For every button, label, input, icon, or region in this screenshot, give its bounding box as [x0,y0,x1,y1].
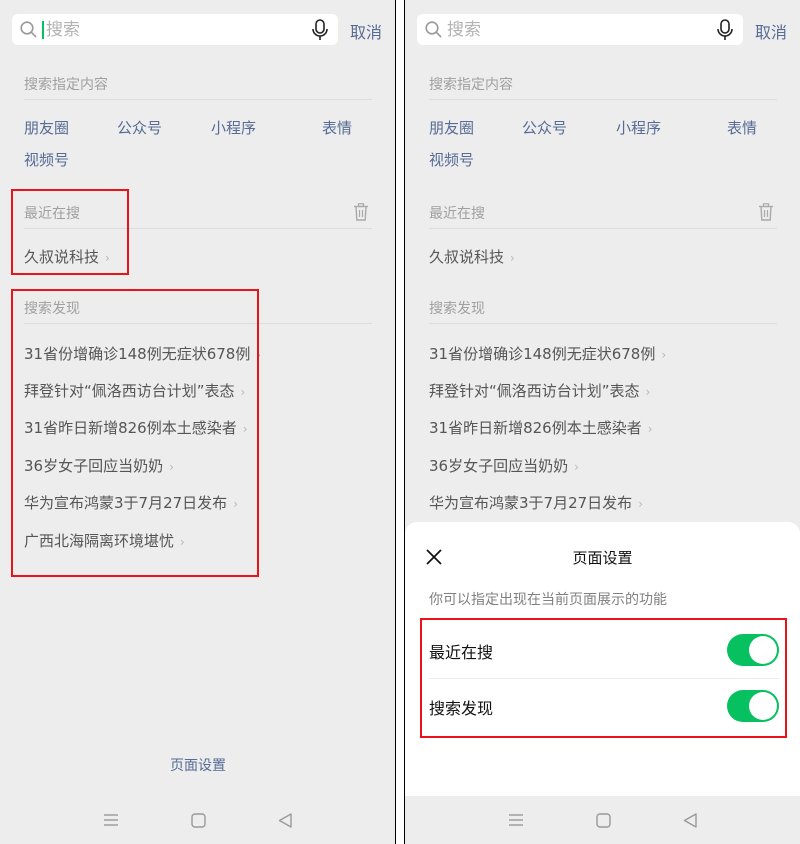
discover-item[interactable]: 华为宣布鸿蒙3于7月27日发布 › [429,492,643,513]
category-moments[interactable]: 朋友圈 [24,117,69,138]
discover-item[interactable]: 31省份增确诊148例无症状678例 › [429,343,666,364]
home-square-icon[interactable] [596,812,611,828]
category-stickers[interactable]: 表情 [322,117,352,138]
divider [429,228,777,229]
search-icon [20,21,37,38]
chevron-right-icon: › [233,497,238,511]
discover-item-label: 拜登针对“佩洛西访台计划”表态 [429,382,640,400]
right-screen: 取消 搜索指定内容 朋友圈 公众号 小程序 表情 视频号 最近在搜 久叔说科技 ›… [405,0,800,844]
toggle-knob [749,636,777,664]
divider [24,99,372,100]
discover-item[interactable]: 拜登针对“佩洛西访台计划”表态 › [24,380,245,401]
setting-row-discover: 搜索发现 [429,678,779,734]
category-official-accounts[interactable]: 公众号 [522,117,567,138]
search-input[interactable] [447,17,707,42]
chevron-right-icon: › [105,251,110,265]
search-bar[interactable] [417,14,743,45]
category-mini-programs[interactable]: 小程序 [211,117,256,138]
recent-toggle[interactable] [727,634,779,666]
setting-row-recent: 最近在搜 [429,622,779,678]
cancel-button[interactable]: 取消 [350,19,382,43]
category-mini-programs[interactable]: 小程序 [616,117,661,138]
chevron-right-icon: › [242,422,248,436]
discover-item[interactable]: 36岁女子回应当奶奶 › [429,455,579,476]
panel-divider [395,0,405,844]
setting-label: 搜索发现 [429,699,494,718]
discover-title: 搜索发现 [429,301,485,317]
home-square-icon[interactable] [191,812,206,828]
discover-item-label: 31省份增确诊148例无症状678例 [24,345,251,363]
discover-item[interactable]: 广西北海隔离环境堪忧 › [24,530,185,551]
system-nav-bar [0,796,395,844]
discover-item[interactable]: 31省昨日新增826例本土感染者 › [429,417,653,438]
category-official-accounts[interactable]: 公众号 [117,117,162,138]
toggle-knob [749,692,777,720]
discover-item-label: 拜登针对“佩洛西访台计划”表态 [24,382,235,400]
chevron-right-icon: › [574,460,579,474]
back-triangle-icon[interactable] [278,812,292,828]
cancel-button[interactable]: 取消 [755,19,787,43]
discover-toggle[interactable] [727,690,779,722]
chevron-right-icon: › [180,535,185,549]
sheet-description: 你可以指定出现在当前页面展示的功能 [429,592,667,608]
divider [24,228,372,229]
divider [24,323,372,324]
chevron-right-icon: › [661,348,667,362]
category-stickers[interactable]: 表情 [727,117,757,138]
menu-icon[interactable] [103,813,119,827]
discover-item[interactable]: 拜登针对“佩洛西访台计划”表态 › [429,380,650,401]
search-input[interactable] [46,17,306,42]
chevron-right-icon: › [240,385,246,399]
chevron-right-icon: › [169,460,174,474]
discover-item[interactable]: 31省份增确诊148例无症状678例 › [24,343,261,364]
discover-item-label: 华为宣布鸿蒙3于7月27日发布 [24,494,228,512]
discover-item-label: 31省份增确诊148例无症状678例 [429,345,656,363]
recent-item[interactable]: 久叔说科技 › [429,246,515,267]
recent-search-title: 最近在搜 [24,206,80,222]
chevron-right-icon: › [638,497,643,511]
recent-item-label: 久叔说科技 [24,248,100,266]
menu-icon[interactable] [508,813,524,827]
microphone-icon[interactable] [311,19,329,41]
trash-icon[interactable] [353,203,369,221]
discover-item-label: 华为宣布鸿蒙3于7月27日发布 [429,494,633,512]
chevron-right-icon: › [256,348,262,362]
specified-content-title: 搜索指定内容 [24,77,108,93]
page-settings-sheet: 页面设置 你可以指定出现在当前页面展示的功能 最近在搜 搜索发现 [405,522,800,796]
search-icon [425,21,442,38]
category-moments[interactable]: 朋友圈 [429,117,474,138]
divider [429,99,777,100]
discover-item-label: 36岁女子回应当奶奶 [24,457,164,475]
discover-title: 搜索发现 [24,301,80,317]
text-cursor [42,21,44,39]
discover-item[interactable]: 31省昨日新增826例本土感染者 › [24,417,248,438]
recent-item-label: 久叔说科技 [429,248,505,266]
sheet-title: 页面设置 [572,549,633,567]
discover-item-label: 广西北海隔离环境堪忧 [24,532,175,550]
search-bar[interactable] [12,14,338,45]
category-channels[interactable]: 视频号 [24,149,69,170]
system-nav-bar [405,796,800,844]
microphone-icon[interactable] [716,19,734,41]
left-screen: 取消 搜索指定内容 朋友圈 公众号 小程序 表情 视频号 最近在搜 久叔说科技 ›… [0,0,395,844]
recent-search-title: 最近在搜 [429,206,485,222]
back-triangle-icon[interactable] [683,812,697,828]
divider [429,323,777,324]
discover-item-label: 31省昨日新增826例本土感染者 [24,419,237,437]
discover-item[interactable]: 华为宣布鸿蒙3于7月27日发布 › [24,492,238,513]
recent-item[interactable]: 久叔说科技 › [24,246,110,267]
trash-icon[interactable] [758,203,774,221]
chevron-right-icon: › [645,385,651,399]
page-settings-link[interactable]: 页面设置 [170,755,226,775]
discover-item-label: 31省昨日新增826例本土感染者 [429,419,642,437]
chevron-right-icon: › [510,251,515,265]
category-channels[interactable]: 视频号 [429,149,474,170]
chevron-right-icon: › [647,422,653,436]
specified-content-title: 搜索指定内容 [429,77,513,93]
discover-item[interactable]: 36岁女子回应当奶奶 › [24,455,174,476]
setting-label: 最近在搜 [429,643,494,662]
discover-item-label: 36岁女子回应当奶奶 [429,457,569,475]
